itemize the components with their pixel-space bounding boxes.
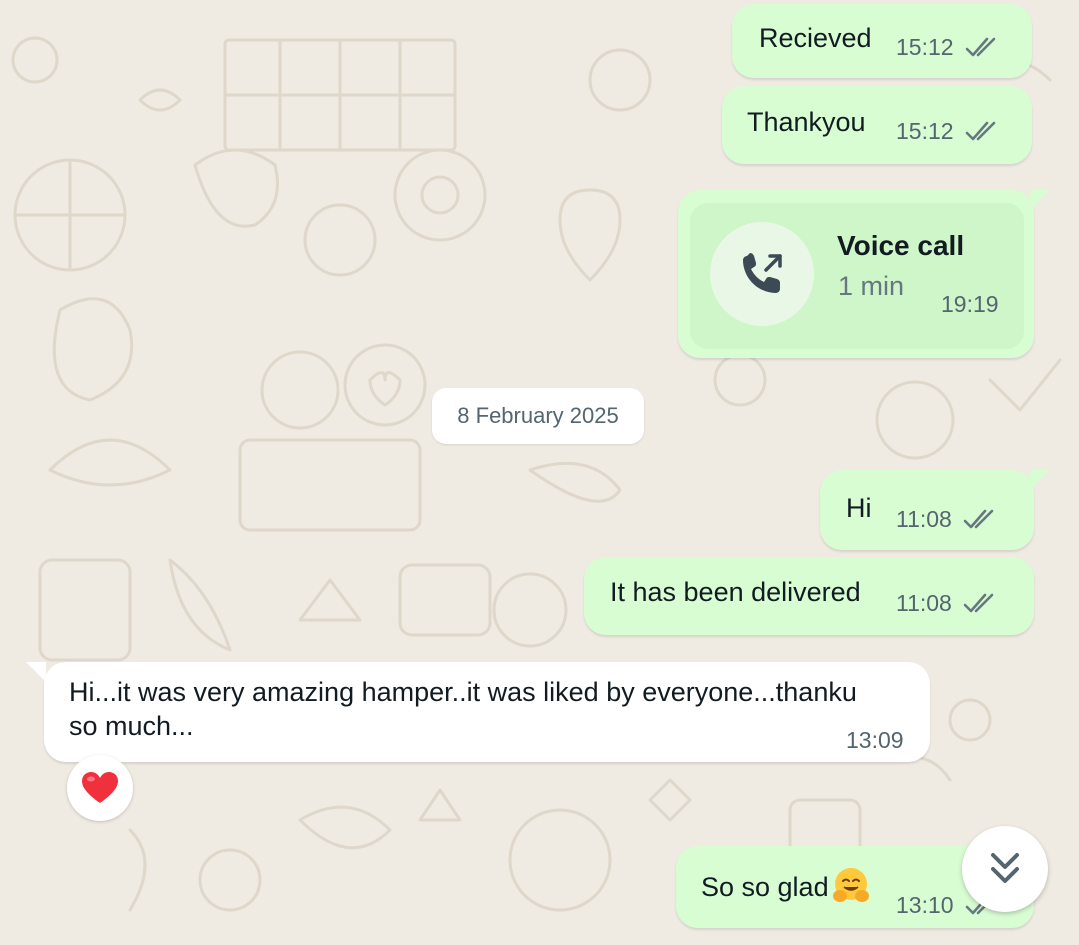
bubble-tail <box>1030 470 1050 490</box>
message-meta: 13:09 <box>846 727 904 754</box>
incoming-message[interactable]: Hi...it was very amazing hamper..it was … <box>44 662 930 762</box>
call-duration: 1 min <box>838 271 905 301</box>
date-separator: 8 February 2025 <box>432 388 644 444</box>
double-chevron-down-icon <box>991 853 1019 883</box>
message-text-line: so much... <box>69 711 194 741</box>
message-time: 19:19 <box>941 291 999 317</box>
double-check-icon <box>965 121 995 140</box>
outgoing-message[interactable]: Hi 11:08 <box>820 470 1034 550</box>
message-text: Hi <box>846 493 872 523</box>
chat-area: Recieved 15:12 Thankyou 15:12 Voice call… <box>0 0 1079 945</box>
message-meta: 15:12 <box>896 34 1004 61</box>
bubble-tail <box>1030 190 1050 210</box>
heart-icon <box>82 772 118 803</box>
double-check-icon <box>965 37 995 56</box>
message-time: 11:08 <box>896 590 952 616</box>
outgoing-message[interactable]: It has been delivered 11:08 <box>584 557 1034 635</box>
message-text-line: Hi...it was very amazing hamper..it was … <box>69 677 857 707</box>
scroll-to-bottom-button[interactable] <box>962 826 1048 912</box>
message-text: So so glad <box>701 866 871 906</box>
message-reaction[interactable] <box>67 755 133 821</box>
message-text: It has been delivered <box>610 577 861 607</box>
message-time: 15:12 <box>896 118 954 144</box>
outgoing-message[interactable]: Thankyou 15:12 <box>722 86 1032 164</box>
message-time: 13:10 <box>896 892 954 918</box>
call-icon-container <box>710 222 814 326</box>
message-text: Recieved <box>759 23 872 53</box>
outgoing-message[interactable]: Recieved 15:12 <box>732 4 1032 78</box>
message-text: Thankyou <box>747 107 866 137</box>
message-time: 11:08 <box>896 506 952 532</box>
double-check-icon <box>963 509 994 528</box>
message-text-content: So so glad <box>701 872 829 902</box>
message-meta: 15:12 <box>896 118 1004 145</box>
hugging-face-emoji-icon <box>832 868 869 902</box>
bubble-tail <box>26 662 46 682</box>
message-meta: 11:08 <box>896 506 1002 533</box>
message-time: 13:09 <box>846 727 904 753</box>
double-check-icon <box>963 593 994 612</box>
message-time: 15:12 <box>896 34 954 60</box>
call-title: Voice call <box>837 230 965 261</box>
outgoing-call-icon <box>743 253 782 293</box>
message-meta: 11:08 <box>896 590 1002 617</box>
date-label: 8 February 2025 <box>457 403 619 428</box>
